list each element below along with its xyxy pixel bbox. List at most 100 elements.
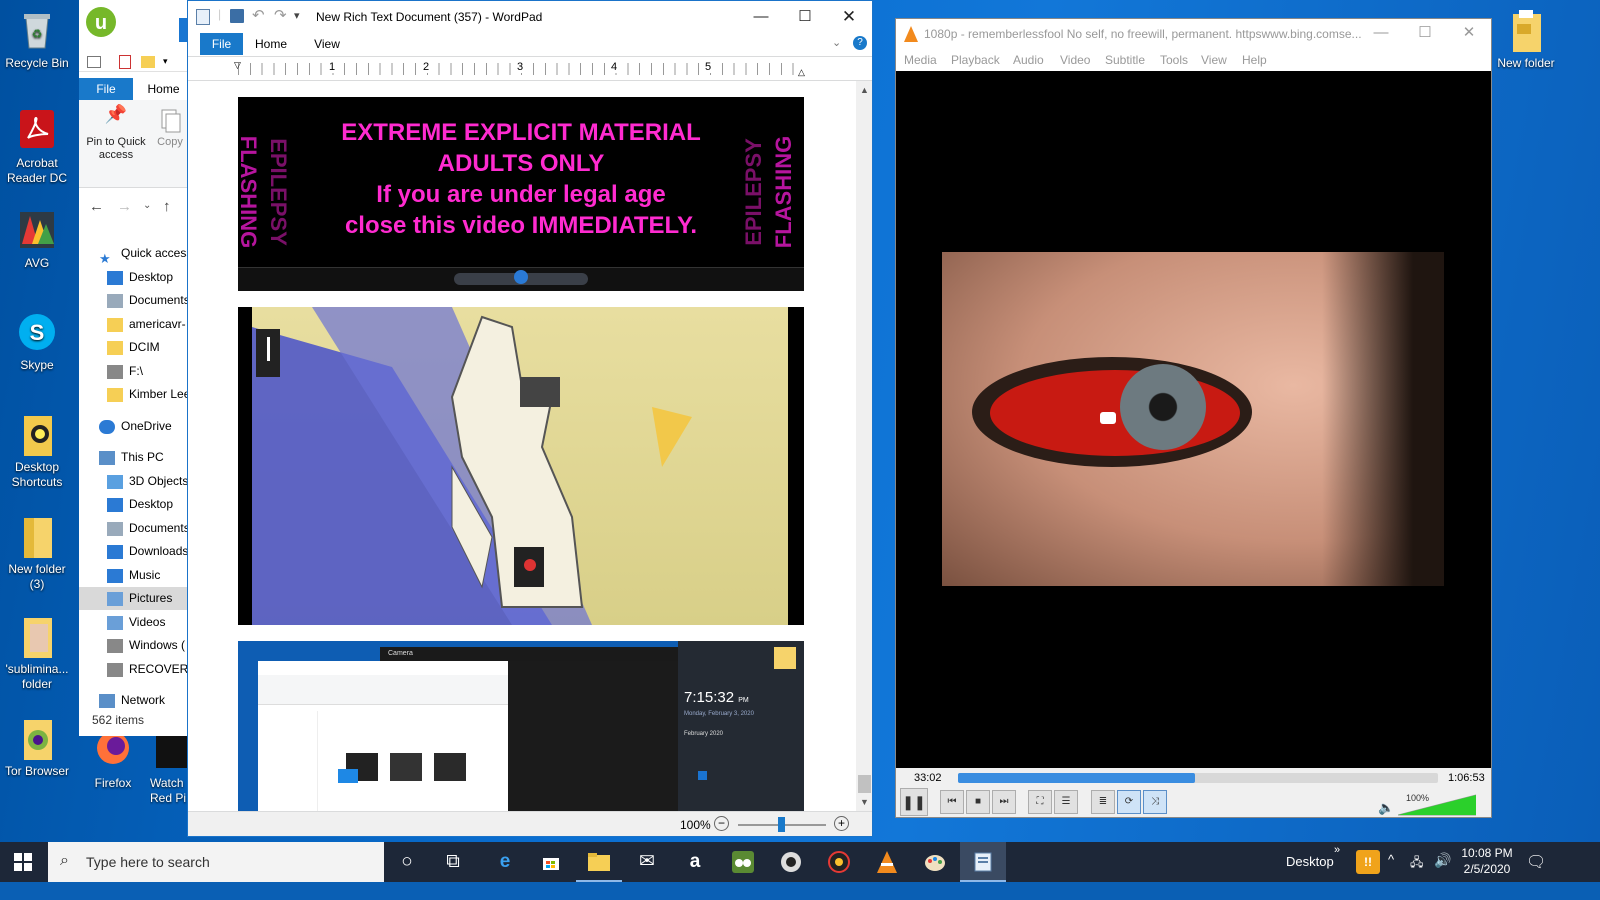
store-icon[interactable] <box>528 842 574 882</box>
recent-chevron-icon[interactable]: ⌄ <box>143 200 151 211</box>
check-icon[interactable] <box>119 55 131 69</box>
undo-icon[interactable]: ↶ <box>252 6 265 24</box>
up-arrow-icon[interactable]: ↑ <box>163 198 171 215</box>
speaker-icon[interactable]: 🔈 <box>1378 800 1394 816</box>
vlc-close-button[interactable]: ✕ <box>1446 19 1491 48</box>
seek-bar[interactable] <box>958 773 1438 783</box>
camera-app-icon[interactable] <box>768 842 814 882</box>
nav-item[interactable]: Windows ( <box>79 634 191 657</box>
volume-tray-icon[interactable]: 🔊 <box>1434 852 1451 869</box>
desktop-icon-subliminal-folder[interactable]: 'sublimina... folder <box>0 614 74 692</box>
document-area[interactable]: EXTREME EXPLICIT MATERIAL ADULTS ONLY If… <box>188 81 856 811</box>
edge-icon[interactable]: e <box>482 842 528 882</box>
task-view-icon[interactable]: ⧉ <box>430 842 476 882</box>
tab-view[interactable]: View <box>304 33 350 55</box>
close-button[interactable]: ✕ <box>826 1 872 32</box>
copy-button[interactable]: Copy <box>153 108 187 148</box>
vlc-video-area[interactable] <box>896 71 1491 768</box>
vlc-minimize-button[interactable]: — <box>1358 19 1404 48</box>
redo-icon[interactable]: ↷ <box>274 6 287 24</box>
desktop-icon-new-folder-3[interactable]: New folder (3) <box>0 514 74 592</box>
scroll-up-icon[interactable]: ▲ <box>860 85 869 95</box>
back-arrow-icon[interactable]: ← <box>89 198 104 215</box>
desktop-icon-recycle-bin[interactable]: ♻ Recycle Bin <box>0 8 74 71</box>
desktop-toolbar-label[interactable]: Desktop <box>1286 854 1334 869</box>
playlist-button[interactable]: ≣ <box>1091 790 1115 814</box>
customize-qat-icon[interactable]: ▾ <box>294 9 300 22</box>
chevron-down-icon[interactable]: ▾ <box>163 56 168 67</box>
fullscreen-button[interactable]: ⛶ <box>1028 790 1052 814</box>
utorrent-icon[interactable]: u <box>85 6 117 38</box>
scroll-down-icon[interactable]: ▼ <box>860 797 869 807</box>
desktop-icon-watch-video[interactable]: Watch Red Pi <box>150 728 190 806</box>
right-indent-marker[interactable]: △ <box>798 67 805 78</box>
zoom-out-button[interactable]: − <box>714 816 729 831</box>
nav-item[interactable]: Videos <box>79 611 191 634</box>
forward-arrow-icon[interactable]: → <box>117 198 132 215</box>
desktop-icon-avg[interactable]: AVG <box>0 208 74 271</box>
nav-item[interactable]: Kimber Lee <box>79 383 191 406</box>
maximize-button[interactable]: ☐ <box>782 1 828 32</box>
vertical-scrollbar[interactable]: ▲ ▼ <box>856 81 872 811</box>
nav-item[interactable]: Pictures <box>79 587 191 610</box>
next-button[interactable]: ⏭ <box>992 790 1016 814</box>
menu-video[interactable]: Video <box>1060 53 1090 67</box>
nav-item[interactable]: F:\ <box>79 360 191 383</box>
desktop-icon-new-folder[interactable]: New folder <box>1489 8 1563 71</box>
menu-help[interactable]: Help <box>1242 53 1267 67</box>
desktop-icon-tor-browser[interactable]: Tor Browser <box>0 716 74 779</box>
nav-item[interactable]: americavr- <box>79 313 191 336</box>
minimize-button[interactable]: — <box>738 1 784 32</box>
wordpad-icon[interactable] <box>960 842 1006 882</box>
random-button[interactable]: ⤨ <box>1143 790 1167 814</box>
clock[interactable]: 10:08 PM 2/5/2020 <box>1456 845 1518 877</box>
nav-item[interactable]: ★ Quick access <box>79 242 191 265</box>
tab-file[interactable]: File <box>200 33 243 55</box>
paint-icon[interactable] <box>912 842 958 882</box>
tab-home[interactable]: Home <box>248 33 294 55</box>
explorer-icon[interactable] <box>576 842 622 882</box>
nav-item[interactable]: Desktop <box>79 493 191 516</box>
nav-item[interactable]: Desktop <box>79 266 191 289</box>
action-center-icon[interactable]: 🗨 <box>1526 852 1546 872</box>
collapse-ribbon-icon[interactable]: ⌄ <box>832 36 841 49</box>
vlc-maximize-button[interactable]: ☐ <box>1402 19 1448 48</box>
nav-item[interactable]: Network <box>79 689 191 712</box>
nav-item[interactable]: OneDrive <box>79 415 191 438</box>
search-box[interactable]: ⌕ Type here to search <box>48 842 384 882</box>
network-icon[interactable]: 🖧 <box>1410 853 1423 874</box>
nav-item[interactable]: RECOVERY <box>79 658 191 681</box>
help-icon[interactable]: ? <box>853 36 867 50</box>
menu-playback[interactable]: Playback <box>951 53 1000 67</box>
desktop-icon-firefox[interactable]: Firefox <box>76 728 150 791</box>
toolbar-overflow-icon[interactable]: » <box>1334 844 1340 856</box>
indent-marker[interactable]: ▽ <box>234 60 241 71</box>
stop-button[interactable]: ■ <box>966 790 990 814</box>
menu-media[interactable]: Media <box>904 53 937 67</box>
menu-audio[interactable]: Audio <box>1013 53 1044 67</box>
desktop-icon-acrobat[interactable]: Acrobat Reader DC <box>0 108 74 186</box>
save-icon[interactable] <box>230 9 244 23</box>
properties-icon[interactable] <box>87 56 101 68</box>
menu-tools[interactable]: Tools <box>1160 53 1188 67</box>
nav-item[interactable]: Documents <box>79 289 191 312</box>
show-hidden-icons[interactable]: ^ <box>1388 852 1394 867</box>
cortana-icon[interactable]: ○ <box>384 842 430 882</box>
menu-subtitle[interactable]: Subtitle <box>1105 53 1145 67</box>
previous-button[interactable]: ⏮ <box>940 790 964 814</box>
pin-quick-access-button[interactable]: 📌 Pin to Quick access <box>85 105 147 162</box>
zoom-in-button[interactable]: + <box>834 816 849 831</box>
amazon-icon[interactable]: a <box>672 842 718 882</box>
nav-item[interactable]: DCIM <box>79 336 191 359</box>
nav-item[interactable]: This PC <box>79 446 191 469</box>
zoom-slider-thumb[interactable] <box>778 817 785 832</box>
ribbon-tab-home[interactable]: Home <box>133 78 193 100</box>
notification-app-icon[interactable]: !! <box>1356 850 1380 874</box>
new-folder-icon[interactable] <box>141 56 155 68</box>
desktop-icon-skype[interactable]: S Skype <box>0 310 74 373</box>
nav-item[interactable]: 3D Objects <box>79 470 191 493</box>
scroll-thumb[interactable] <box>858 775 871 793</box>
ribbon-tab-file[interactable]: File <box>79 78 133 100</box>
desktop-icon-desktop-shortcuts[interactable]: Desktop Shortcuts <box>0 412 74 490</box>
tripadvisor-icon[interactable] <box>720 842 766 882</box>
